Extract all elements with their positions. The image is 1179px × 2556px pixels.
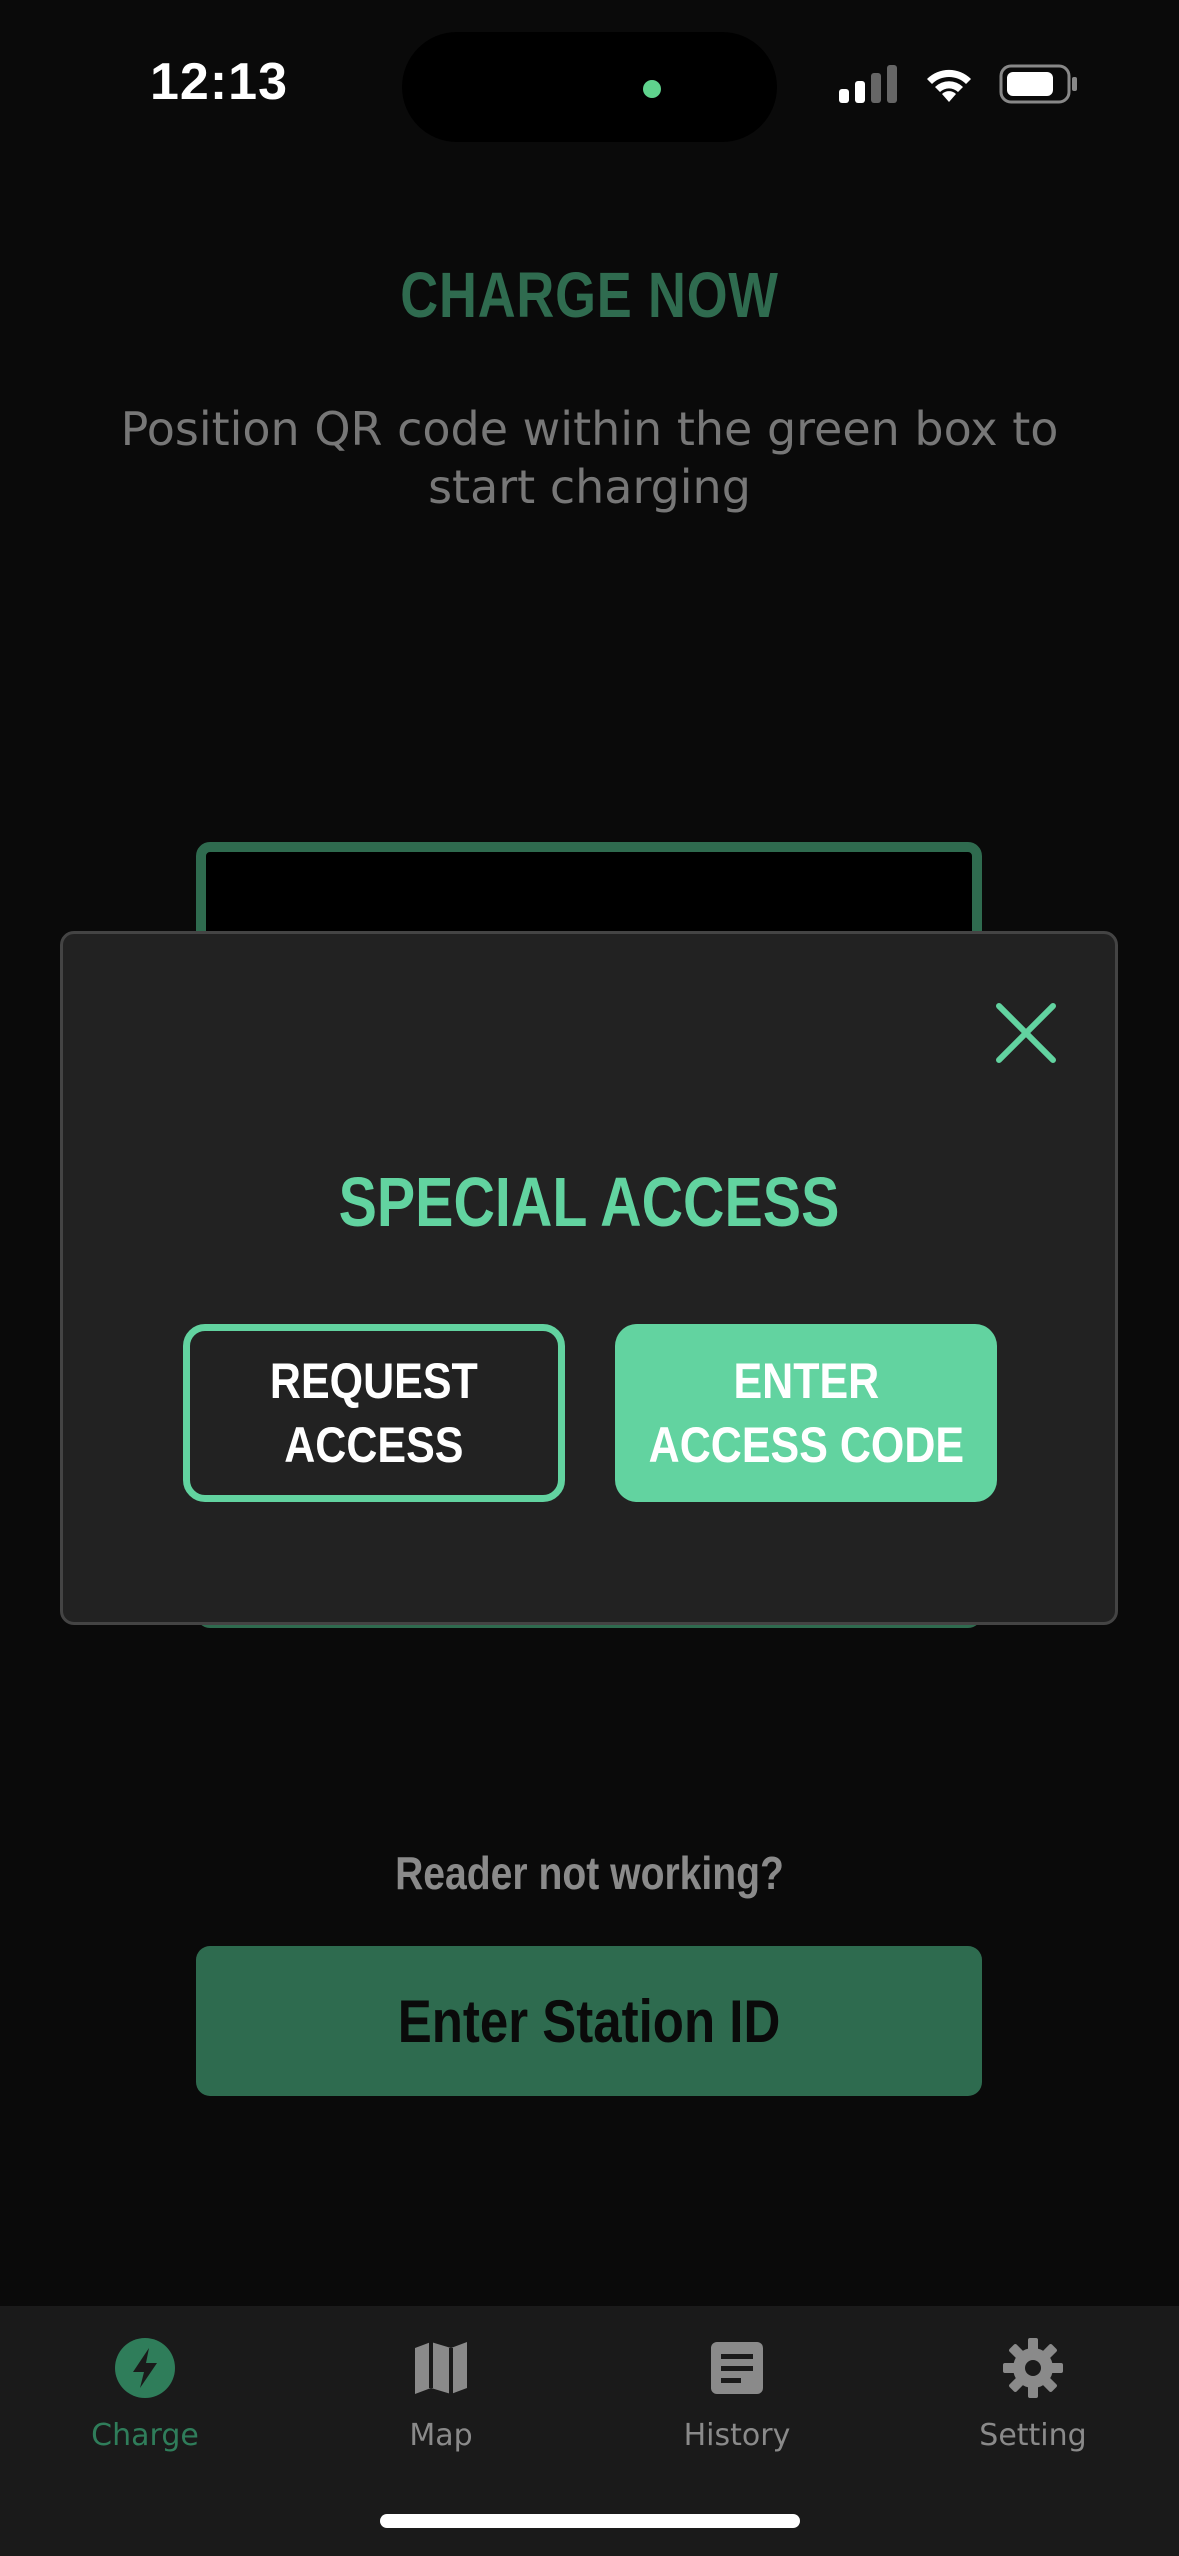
signal-icon xyxy=(839,65,897,103)
enter-access-code-button[interactable]: ENTER ACCESS CODE xyxy=(615,1324,997,1502)
dynamic-island xyxy=(402,32,777,142)
tab-label: History xyxy=(683,2418,791,2453)
lightning-icon xyxy=(115,2338,175,2398)
document-icon xyxy=(711,2342,763,2394)
camera-indicator-dot xyxy=(643,80,661,98)
reader-not-working-text: Reader not working? xyxy=(395,1847,784,1899)
tab-history[interactable]: History xyxy=(617,2330,857,2490)
special-access-modal: SPECIAL ACCESS REQUEST ACCESS ENTER ACCE… xyxy=(60,931,1118,1625)
tab-label: Charge xyxy=(91,2418,199,2453)
tab-map[interactable]: Map xyxy=(321,2330,561,2490)
page-subtitle: Position QR code within the green box to… xyxy=(120,402,1059,514)
map-icon xyxy=(415,2342,467,2394)
page-title: CHARGE NOW xyxy=(400,259,779,331)
status-time: 12:13 xyxy=(150,53,288,111)
tab-charge[interactable]: Charge xyxy=(25,2330,265,2490)
status-bar: 12:13 xyxy=(0,0,1179,170)
enter-access-code-label: ENTER ACCESS CODE xyxy=(648,1353,964,1473)
tab-label: Setting xyxy=(979,2418,1087,2453)
home-indicator[interactable] xyxy=(380,2514,800,2528)
request-access-button[interactable]: REQUEST ACCESS xyxy=(183,1324,565,1502)
wifi-icon xyxy=(927,69,971,102)
tab-setting[interactable]: Setting xyxy=(913,2330,1153,2490)
request-access-label: REQUEST ACCESS xyxy=(270,1353,478,1473)
close-icon[interactable] xyxy=(989,996,1063,1070)
enter-station-id-button[interactable]: Enter Station ID xyxy=(196,1946,982,2096)
enter-station-id-label: Enter Station ID xyxy=(397,1987,781,2055)
battery-icon xyxy=(999,64,1077,104)
gear-icon xyxy=(1003,2338,1063,2398)
status-icons xyxy=(839,64,1079,104)
tab-label: Map xyxy=(409,2418,473,2453)
modal-title: SPECIAL ACCESS xyxy=(338,1163,840,1241)
